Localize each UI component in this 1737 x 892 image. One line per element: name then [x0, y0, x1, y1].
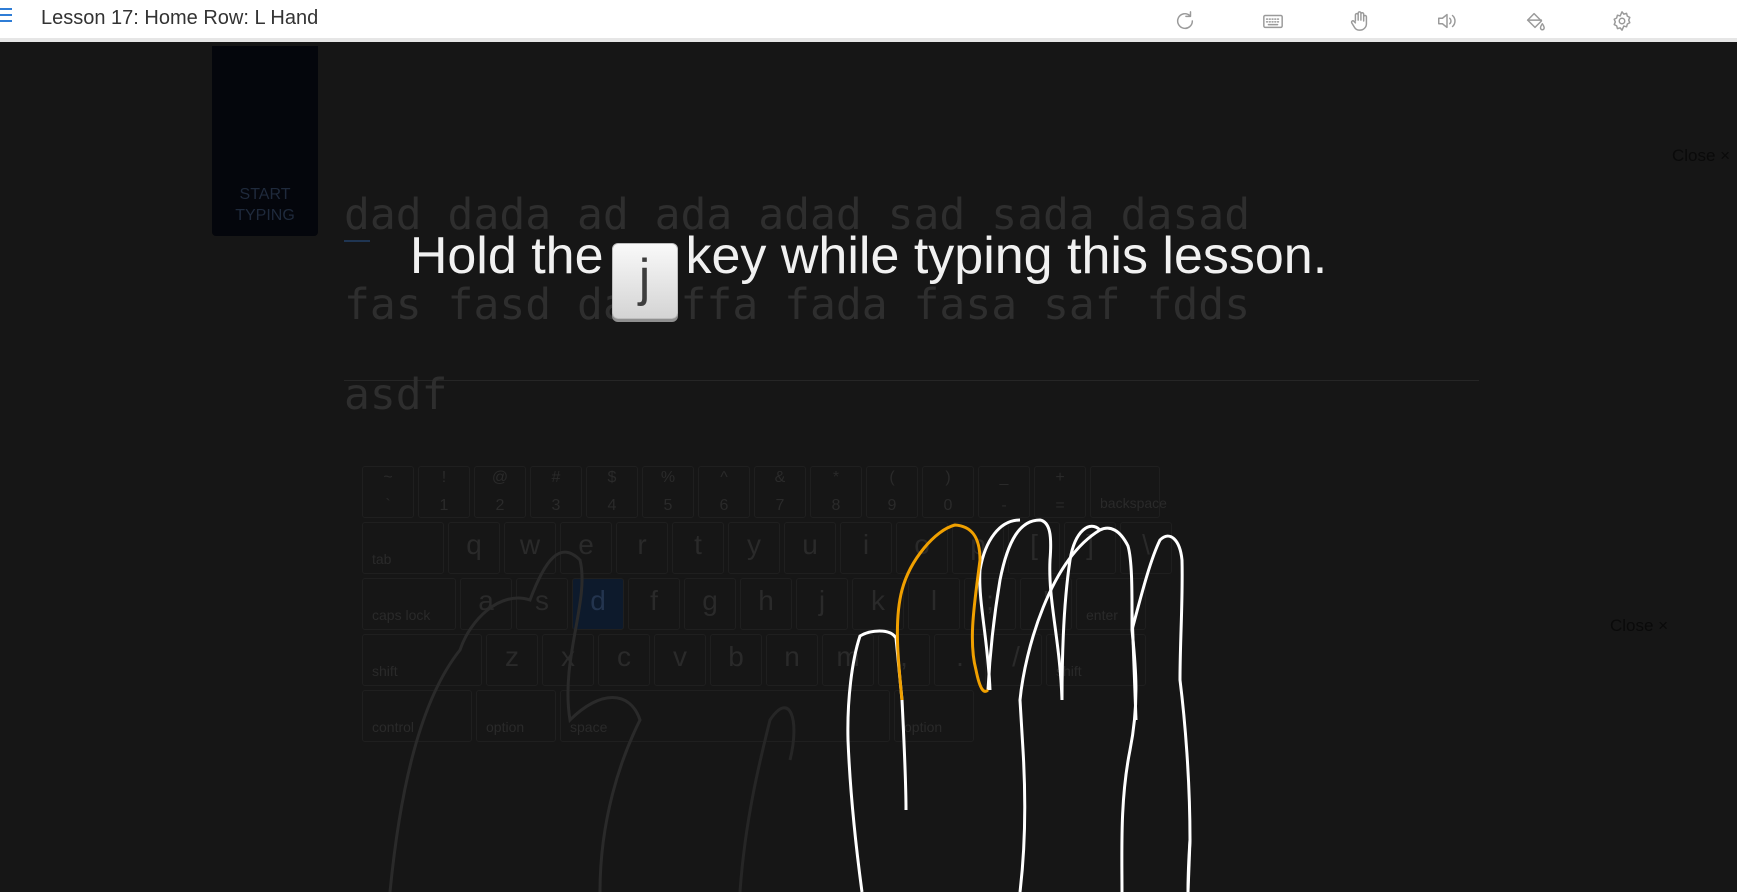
- key-x: x: [542, 634, 594, 686]
- key-`: ~ `: [362, 466, 414, 518]
- key-[: [: [1008, 522, 1060, 574]
- keyboard-icon[interactable]: [1260, 8, 1286, 34]
- hold-key-instruction: Hold the j key while typing this lesson.: [0, 226, 1737, 319]
- sound-icon[interactable]: [1434, 8, 1460, 34]
- theme-bucket-icon[interactable]: [1522, 8, 1548, 34]
- key-.: .: [934, 634, 986, 686]
- key-6: ^ 6: [698, 466, 750, 518]
- key-g: g: [684, 578, 736, 630]
- key-f: f: [628, 578, 680, 630]
- key-caps-lock: caps lock: [362, 578, 456, 630]
- key-2: @2: [474, 466, 526, 518]
- key-q: q: [448, 522, 500, 574]
- key-7: & 7: [754, 466, 806, 518]
- key-s: s: [516, 578, 568, 630]
- key-j: j: [796, 578, 848, 630]
- key-space: space: [560, 690, 890, 742]
- key-h: h: [740, 578, 792, 630]
- key-;: ;: [964, 578, 1016, 630]
- restart-icon[interactable]: [1172, 8, 1198, 34]
- hold-keycap: j: [611, 243, 678, 319]
- key-k: k: [852, 578, 904, 630]
- key-p: p: [952, 522, 1004, 574]
- key-t: t: [672, 522, 724, 574]
- key-r: r: [616, 522, 668, 574]
- key--: _ -: [978, 466, 1030, 518]
- key-backspace: backspace: [1090, 466, 1167, 518]
- key-u: u: [784, 522, 836, 574]
- key-v: v: [654, 634, 706, 686]
- lesson-line: asdf: [344, 370, 448, 420]
- start-typing-label: START TYPING: [235, 186, 295, 224]
- close-button[interactable]: Close ×: [1610, 616, 1668, 636]
- key-b: b: [710, 634, 762, 686]
- key-a: a: [460, 578, 512, 630]
- key-option-right: option: [894, 690, 974, 742]
- close-button[interactable]: Close ×: [1672, 146, 1730, 166]
- key-e: e: [560, 522, 612, 574]
- key-w: w: [504, 522, 556, 574]
- key-0: ) 0: [922, 466, 974, 518]
- lesson-area: START TYPING dad dada ad ada adad sad sad…: [0, 46, 1737, 892]
- key-5: % 5: [642, 466, 694, 518]
- key-n: n: [766, 634, 818, 686]
- lesson-title: Lesson 17: Home Row: L Hand: [41, 7, 319, 29]
- key-,: ,: [878, 634, 930, 686]
- key-i: i: [840, 522, 892, 574]
- menu-icon[interactable]: [0, 8, 12, 24]
- key-8: * 8: [810, 466, 862, 518]
- key-enter: enter: [1076, 578, 1146, 630]
- key-1: ! 1: [418, 466, 470, 518]
- key-option-left: option: [476, 690, 556, 742]
- key-shift-left: shift: [362, 634, 482, 686]
- instruction-text-after: key while typing this lesson.: [685, 227, 1328, 285]
- key-l: l: [908, 578, 960, 630]
- instruction-text-before: Hold the: [409, 227, 604, 285]
- key-o: o: [896, 522, 948, 574]
- key-y: y: [728, 522, 780, 574]
- key-d: d: [572, 578, 624, 630]
- key-control: control: [362, 690, 472, 742]
- key-shift-right: shift: [1046, 634, 1146, 686]
- key-4: $4: [586, 466, 638, 518]
- start-typing-panel[interactable]: START TYPING: [212, 46, 318, 236]
- key-\: \: [1120, 522, 1172, 574]
- key-9: (9: [866, 466, 918, 518]
- key-3: #3: [530, 466, 582, 518]
- key-/: /: [990, 634, 1042, 686]
- key-=: + =: [1034, 466, 1086, 518]
- key-z: z: [486, 634, 538, 686]
- key-c: c: [598, 634, 650, 686]
- key-': ': [1020, 578, 1072, 630]
- hand-icon[interactable]: [1347, 8, 1373, 34]
- virtual-keyboard: ~ `! 1 @2 #3 $4% 5 ^ 6 & 7 * 8(9) 0 _ - + = backspace tab q w…: [362, 466, 1262, 756]
- settings-gear-icon[interactable]: [1609, 8, 1635, 34]
- key-]: ]: [1064, 522, 1116, 574]
- key-tab: tab: [362, 522, 444, 574]
- top-toolbar: Lesson 17: Home Row: L Hand: [0, 0, 1737, 42]
- key-m: m: [822, 634, 874, 686]
